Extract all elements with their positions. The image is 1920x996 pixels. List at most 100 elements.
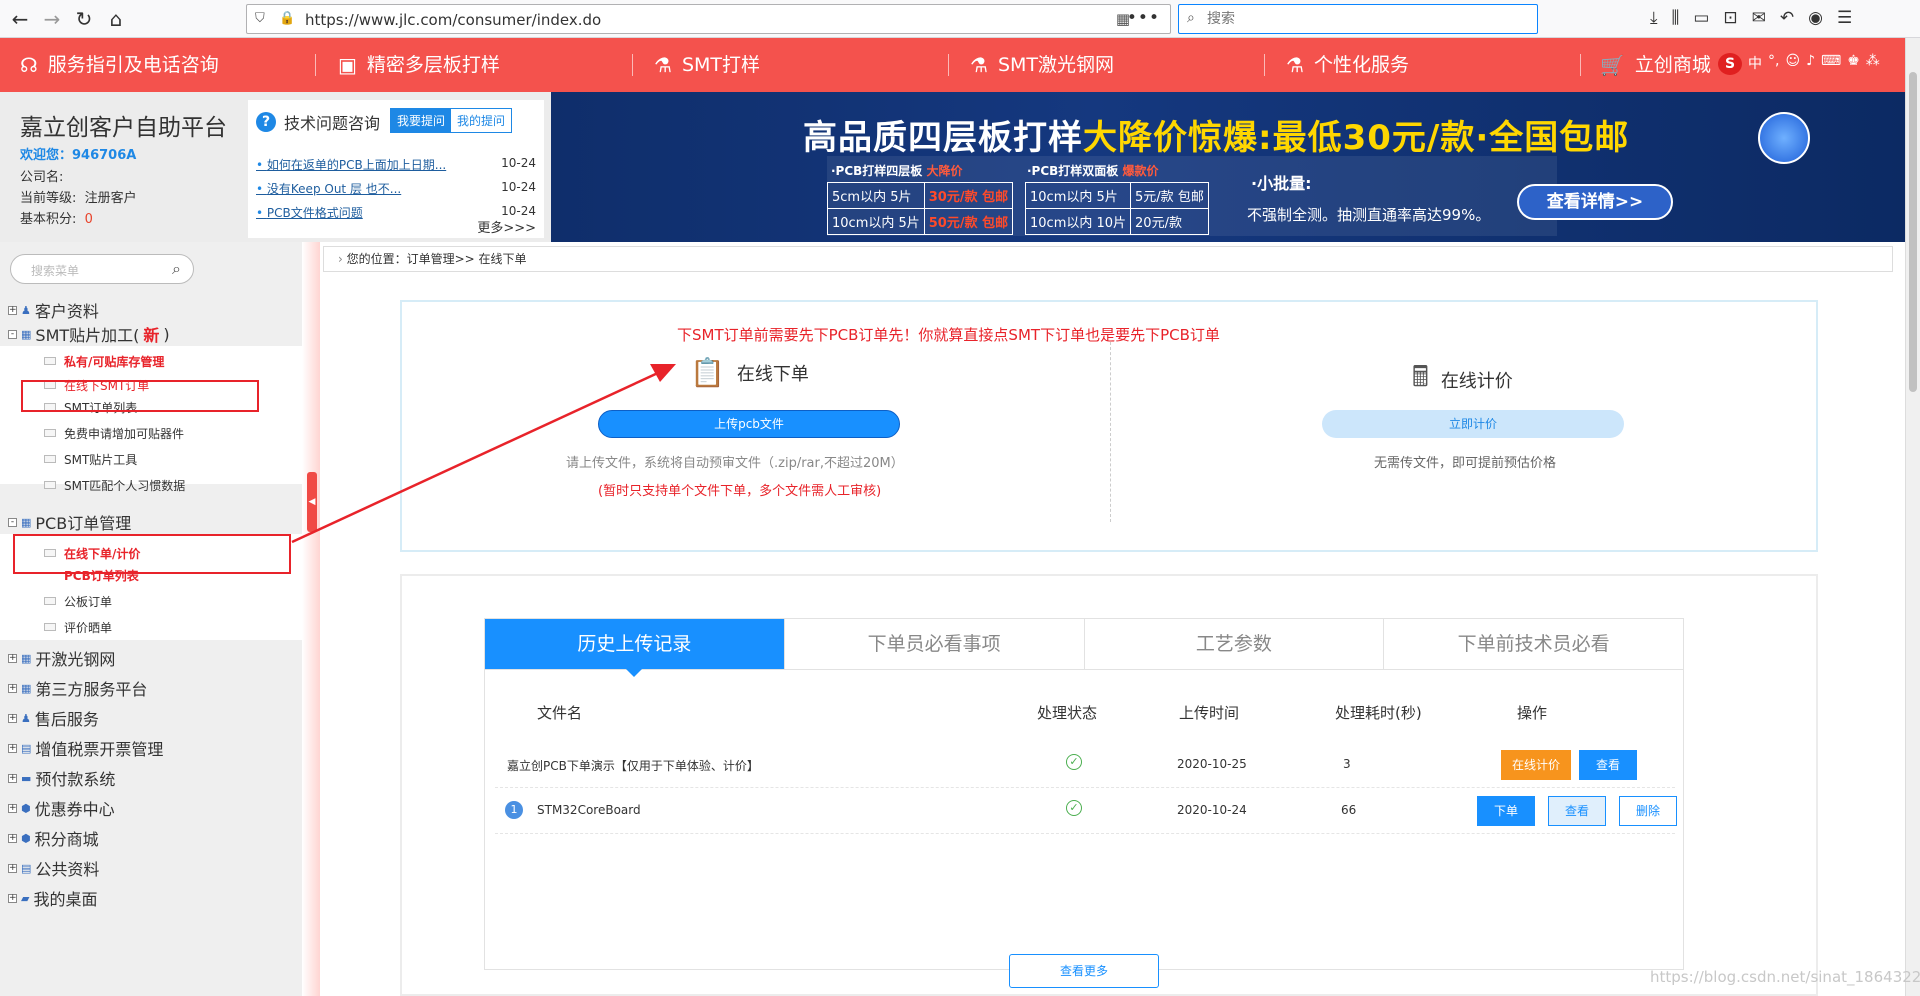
menu-search-placeholder[interactable]: 搜索菜单 (31, 262, 79, 279)
nav-label: 立创商城 (1634, 54, 1711, 76)
document-icon: ▤ (21, 861, 32, 875)
nav-custom[interactable]: ⚗ 个性化服务 (1286, 38, 1409, 92)
faq-item-title[interactable]: 如何在返单的PCB上面加上日期... (256, 156, 446, 180)
menu-search[interactable]: 搜索菜单 ⌕ (10, 254, 194, 284)
tree-group-smt[interactable]: - ▦ SMT贴片加工(新) (8, 322, 170, 346)
nav-multilayer[interactable]: ▣ 精密多层板打样 (338, 38, 500, 92)
quote-button[interactable]: 在线计价 (1501, 750, 1571, 780)
tab-process-params[interactable]: 工艺参数 (1084, 619, 1385, 669)
emoji-icon[interactable]: ☺ (1785, 53, 1800, 75)
tab-history[interactable]: 历史上传记录 (485, 619, 785, 677)
menu-item-smt-tool[interactable]: SMT贴片工具 (44, 448, 137, 470)
tree-group-customer[interactable]: + ♟ 客户资料 (8, 298, 99, 322)
tree-group-label: 第三方服务平台 (35, 680, 148, 699)
download-icon[interactable]: ⤓ (1650, 8, 1658, 28)
menu-item-free-apply[interactable]: 免费申请增加可贴器件 (44, 422, 184, 444)
tree-group-pcb[interactable]: - ▦ PCB订单管理 (8, 510, 131, 534)
grid-icon[interactable]: ⁂ (1866, 53, 1880, 75)
menu-item-smt-habit[interactable]: SMT匹配个人习惯数据 (44, 474, 185, 496)
view-details-button[interactable]: 查看详情>> (1517, 184, 1673, 220)
chat-icon[interactable]: ✉ (1752, 8, 1766, 28)
expand-icon[interactable]: + (8, 653, 17, 663)
tree-group-desktop[interactable]: + ▰ 我的桌面 (8, 886, 97, 910)
back-icon[interactable]: ← (6, 6, 34, 32)
flask-icon: ⚗ (1286, 53, 1304, 77)
my-questions-tab[interactable]: 我的提问 (451, 109, 512, 132)
screenshot-icon[interactable]: ⊡ (1723, 8, 1737, 28)
nav-mall[interactable]: 🛒 立创商城 (1600, 38, 1711, 92)
home-icon[interactable]: ⌂ (102, 6, 130, 32)
url-bar[interactable]: ⛉ 🔒 https://www.jlc.com/consumer/index.d… (246, 4, 1171, 34)
delete-button[interactable]: 删除 (1619, 796, 1677, 826)
online-price-title: 在线计价 (1440, 371, 1513, 392)
faq-item[interactable]: 如何在返单的PCB上面加上日期... 10-24 (256, 156, 536, 180)
view-button[interactable]: 查看 (1579, 750, 1637, 780)
tree-group-coupon[interactable]: + ⬢ 优惠券中心 (8, 796, 115, 820)
quote-now-button[interactable]: 立即计价 (1322, 410, 1624, 438)
tree-group-stencil[interactable]: + ▦ 开激光钢网 (8, 646, 115, 670)
expand-icon[interactable]: + (8, 773, 17, 783)
view-more-button[interactable]: 查看更多 (1009, 954, 1159, 988)
sidebar-icon[interactable]: ▭ (1693, 8, 1709, 28)
mic-icon[interactable]: ♪ (1806, 53, 1815, 75)
account-panel: 嘉立创客户自助平台 欢迎您：946706A 公司名: 当前等级: 注册客户 基本… (0, 92, 551, 242)
tree-group-invoice[interactable]: + ▤ 增值税票开票管理 (8, 736, 163, 760)
collapse-icon[interactable]: - (8, 517, 17, 527)
page-actions-icon[interactable]: ••• (1127, 8, 1160, 28)
promo-banner[interactable]: 高品质四层板打样大降价惊爆:最低30元/款·全国包邮 ·PCB打样四层板 大降价… (551, 92, 1905, 242)
upload-pcb-button[interactable]: 上传pcb文件 (598, 410, 900, 438)
shield-icon[interactable]: ⛉ (255, 11, 265, 26)
faq-item-title[interactable]: PCB文件格式问题 (256, 204, 363, 228)
punctuation-icon[interactable]: °, (1768, 53, 1779, 75)
search-icon: ⌕ (1187, 10, 1195, 26)
library-icon[interactable]: ⫼ (1672, 8, 1680, 28)
sidebar-collapse-handle[interactable]: ◀ (302, 242, 320, 996)
tree-group-points[interactable]: + ⬢ 积分商城 (8, 826, 99, 850)
tree-group-public[interactable]: + ▤ 公共资料 (8, 856, 99, 880)
tree-group-aftersales[interactable]: + ♟ 售后服务 (8, 706, 99, 730)
tab-tech-notes[interactable]: 下单前技术员必看 (1384, 619, 1683, 669)
page-scrollbar[interactable] (1905, 38, 1920, 996)
ime-logo[interactable]: S (1718, 53, 1742, 75)
menu-item-public-board[interactable]: 公板订单 (44, 590, 112, 612)
reload-icon[interactable]: ↻ (70, 6, 98, 32)
ime-mode[interactable]: 中 (1748, 53, 1762, 75)
menu-item-review[interactable]: 评价晒单 (44, 616, 112, 638)
expand-icon[interactable]: + (8, 893, 17, 903)
nav-service[interactable]: ☊ 服务指引及电话咨询 (20, 38, 219, 92)
search-box[interactable]: ⌕ (1178, 4, 1538, 34)
url-text[interactable]: https://www.jlc.com/consumer/index.do (305, 11, 601, 29)
menu-icon[interactable]: ☰ (1837, 8, 1852, 28)
tree-group-prepay[interactable]: + ▬ 预付款系统 (8, 766, 115, 790)
account-icon[interactable]: ◉ (1808, 8, 1823, 28)
tab-orderer-notes[interactable]: 下单员必看事项 (784, 619, 1085, 669)
faq-item-title[interactable]: 没有Keep Out 层 也不... (256, 180, 401, 204)
undo-icon[interactable]: ↶ (1780, 8, 1794, 28)
view-button[interactable]: 查看 (1548, 796, 1606, 826)
grid-cell: 20元/款 (1130, 208, 1209, 235)
order-button[interactable]: 下单 (1477, 796, 1535, 826)
expand-icon[interactable]: + (8, 683, 17, 693)
nav-smt[interactable]: ⚗ SMT打样 (654, 38, 760, 92)
menu-item-stock[interactable]: 私有/可贴库存管理 (44, 350, 164, 372)
collapse-arrow-icon[interactable]: ◀ (307, 472, 317, 532)
expand-icon[interactable]: + (8, 305, 17, 315)
expand-icon[interactable]: + (8, 863, 17, 873)
ask-question-tab[interactable]: 我要提问 (391, 109, 452, 132)
expand-icon[interactable]: + (8, 803, 17, 813)
scrollbar-thumb[interactable] (1909, 72, 1917, 392)
faq-more-link[interactable]: 更多>>> (477, 217, 536, 236)
search-input[interactable] (1207, 10, 1507, 26)
lock-icon[interactable]: 🔒 (279, 11, 295, 26)
skin-icon[interactable]: ♚ (1847, 53, 1860, 75)
collapse-icon[interactable]: - (8, 329, 17, 339)
forward-icon[interactable]: → (38, 6, 66, 32)
keyboard-icon[interactable]: ⌨ (1821, 53, 1841, 75)
faq-item[interactable]: 没有Keep Out 层 也不... 10-24 (256, 180, 536, 204)
tree-group-third-party[interactable]: + ▦ 第三方服务平台 (8, 676, 147, 700)
search-icon[interactable]: ⌕ (172, 259, 181, 279)
expand-icon[interactable]: + (8, 743, 17, 753)
expand-icon[interactable]: + (8, 713, 17, 723)
expand-icon[interactable]: + (8, 833, 17, 843)
nav-stencil[interactable]: ⚗ SMT激光钢网 (970, 38, 1114, 92)
